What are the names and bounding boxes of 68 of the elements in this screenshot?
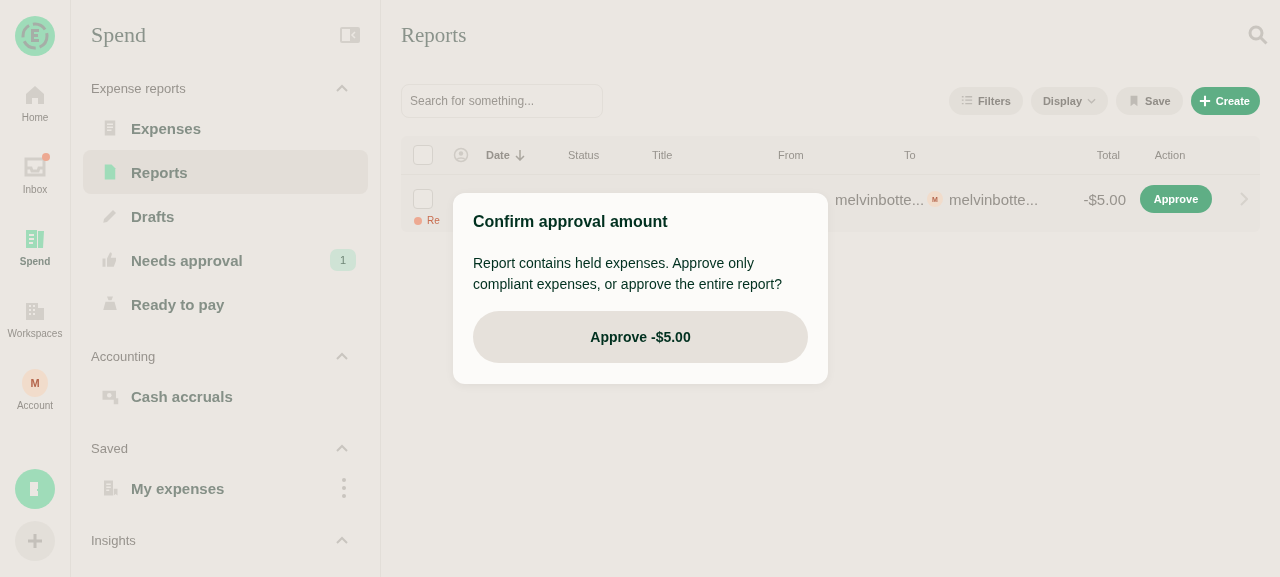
logo-icon [15,16,55,56]
nav-item[interactable]: Workspaces [0,298,70,370]
more-options-icon[interactable] [342,478,346,498]
dialog-title: Confirm approval amount [473,213,669,231]
home-icon [23,83,47,107]
toolbar-button[interactable]: Save [1116,87,1183,115]
sort-arrow-icon [514,149,525,161]
sidebar-title: Spend [91,22,146,48]
column-header: Total [1095,149,1120,161]
approve-button[interactable]: Approve [1139,185,1213,213]
nav-item[interactable]: Spend [0,226,70,298]
count-badge: 1 [329,249,356,271]
column-header: Title [652,149,674,161]
toolbar-button[interactable]: Filters [948,87,1023,115]
table-cell-text: -$5.00 [1082,190,1126,208]
sidebar-item-label: My expenses [131,479,226,497]
nav-item[interactable]: Inbox [0,154,70,226]
section-heading: Expense reports [91,80,186,96]
chevron-icon[interactable] [336,352,348,360]
plus-icon [1198,95,1211,107]
sidebar-item[interactable]: Reports [83,150,368,194]
table-cell: melvinbotte... [949,190,1039,208]
avatar: M [22,369,48,397]
sidebar-item[interactable]: My expenses [83,466,368,510]
status-dot [414,216,422,225]
create-button[interactable]: Create [1190,87,1260,115]
sidebar-item[interactable]: Ready to pay [83,282,368,326]
sidebar-item-label: Drafts [131,207,176,225]
sidebar-item-label: Cash accruals [131,387,234,405]
thumbs-up-icon [101,250,119,270]
sidebar-item-label: Reports [131,163,189,181]
column-header: From [778,149,805,161]
page-title: Reports [401,22,467,48]
chevron-icon[interactable] [336,444,348,452]
new-expense-button[interactable] [15,469,55,509]
person-icon [453,147,469,163]
dialog-message: Report contains held expenses. Approve only compliant expenses, or approve the entire report? [473,254,783,294]
chevron-icon[interactable] [336,536,348,544]
inbox-icon [23,155,47,179]
sidebar-item[interactable]: Expenses [83,106,368,150]
search-icon[interactable] [1248,25,1268,45]
sidebar-item[interactable]: Needs approval 1 [83,238,368,282]
section-heading: Insights [91,532,136,548]
nav-item[interactable]: Home [0,82,70,154]
receipt-icon [23,227,47,251]
filter-icon [960,95,973,107]
receipt-icon [101,478,119,498]
status-note: Re [427,215,440,226]
add-button[interactable] [15,521,55,561]
table-cell-text: melvinbotte... [835,190,926,208]
column-header: Status [568,149,601,161]
section-heading: Accounting [91,348,156,364]
sidebar-item[interactable]: Drafts [83,194,368,238]
column-header: Action [1153,149,1187,161]
dropdown-button[interactable]: Display [1030,87,1109,115]
sidebar-item-label: Needs approval [131,251,244,269]
nav-item[interactable]: M Account [0,370,70,442]
chevron-icon[interactable] [336,84,348,92]
column-header: To [904,149,917,161]
search-field[interactable]: Search for something... [401,84,603,118]
sidebar-item-label: Ready to pay [131,295,226,313]
sidebar-item[interactable]: Cash accruals [83,374,368,418]
column-header[interactable]: Date [486,149,568,161]
caret-icon [1087,98,1097,104]
section-heading: Saved [91,440,128,456]
approve-amount-button[interactable]: Approve -$5.00 [473,311,808,363]
sidebar-item-label: Expenses [131,119,203,137]
collapse-sidebar-icon[interactable] [340,27,360,43]
